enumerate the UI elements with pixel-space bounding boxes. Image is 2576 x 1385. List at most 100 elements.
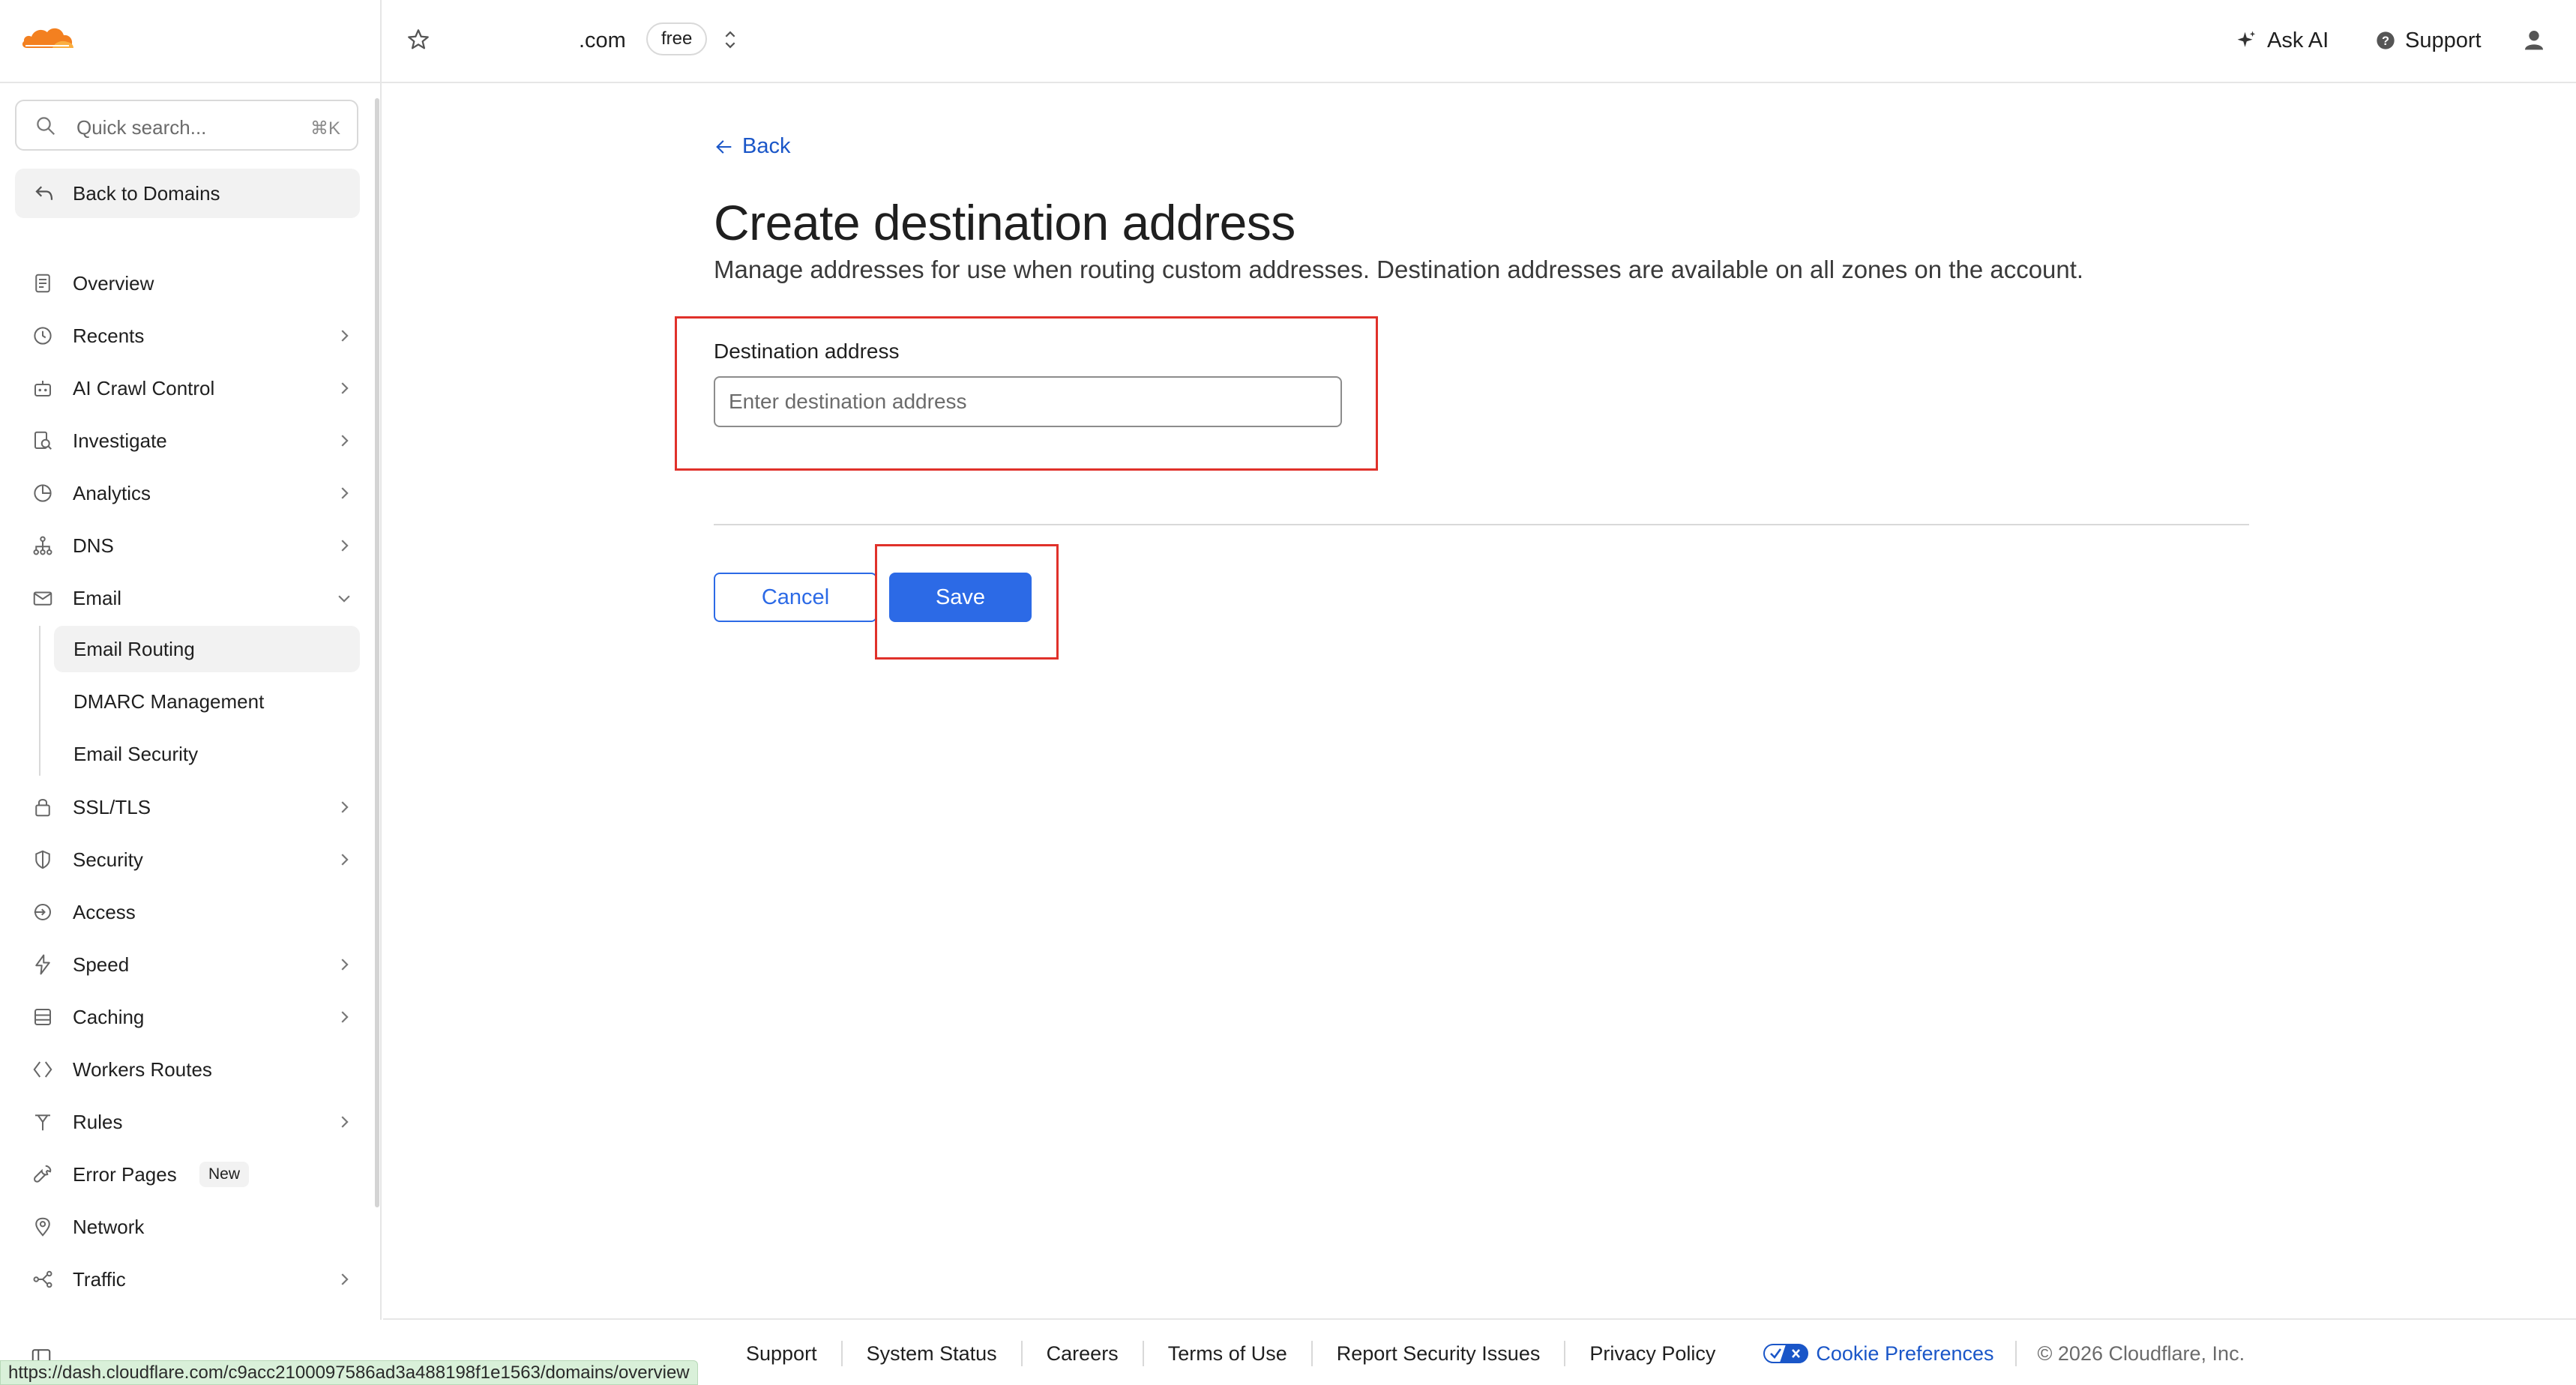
sidebar-item-label: Network (73, 1216, 145, 1238)
sidebar-item-ai-crawl-control[interactable]: AI Crawl Control (15, 365, 360, 411)
svg-text:?: ? (2382, 34, 2389, 48)
chevron-right-icon (341, 382, 349, 394)
sidebar-subitem-email-routing[interactable]: Email Routing (54, 626, 360, 672)
sidebar-item-error-pages[interactable]: Error Pages New (15, 1151, 360, 1198)
sidebar-item-network[interactable]: Network (15, 1204, 360, 1250)
chevron-right-icon (341, 1011, 349, 1023)
chevron-right-icon (341, 1116, 349, 1128)
robot-icon (34, 381, 51, 396)
privacy-choices-icon (1763, 1344, 1809, 1363)
support-button[interactable]: ? Support (2375, 24, 2482, 57)
main-content: Back Create destination address Manage a… (383, 85, 2576, 1318)
clock-icon (34, 327, 52, 345)
chevron-up-down-icon[interactable] (721, 27, 739, 52)
footer-link-privacy-policy[interactable]: Privacy Policy (1565, 1341, 1739, 1366)
sidebar-item-label: Recents (73, 325, 145, 347)
footer: Support System Status Careers Terms of U… (383, 1318, 2576, 1385)
quick-search-input[interactable]: Quick search... ⌘K (15, 100, 358, 151)
sidebar-item-security[interactable]: Security (15, 836, 360, 883)
sidebar-item-dns[interactable]: DNS (15, 522, 360, 569)
user-icon[interactable] (2522, 27, 2546, 52)
sidebar-item-label: Security (73, 848, 143, 871)
page-title: Create destination address (714, 195, 1295, 250)
cloudflare-logo-icon[interactable] (19, 22, 75, 52)
search-placeholder: Quick search... (76, 116, 207, 139)
copyright: © 2026 Cloudflare, Inc. (2037, 1342, 2245, 1365)
back-link-label: Back (742, 134, 791, 158)
sidebar-item-workers-routes[interactable]: Workers Routes (15, 1046, 360, 1093)
domain-suffix[interactable]: .com (579, 25, 626, 55)
sidebar-item-label: SSL/TLS (73, 796, 151, 818)
chevron-right-icon (341, 487, 349, 499)
sparkle-icon (2237, 31, 2256, 47)
sidebar-item-label: Investigate (73, 429, 167, 452)
chevron-right-icon (341, 1273, 349, 1285)
arrow-left-icon (716, 139, 732, 154)
back-to-domains-button[interactable]: Back to Domains (15, 169, 360, 218)
sidebar-item-traffic[interactable]: Traffic (15, 1256, 360, 1303)
cookie-preferences-link[interactable]: Cookie Preferences (1739, 1341, 2017, 1366)
help-circle-icon: ? (2377, 31, 2395, 49)
sidebar-item-access[interactable]: Access (15, 889, 360, 935)
database-icon (34, 1009, 51, 1025)
sidebar-item-recents[interactable]: Recents (15, 313, 360, 359)
sidebar-scrollbar[interactable] (375, 98, 379, 1207)
chevron-right-icon (341, 435, 349, 447)
sidebar-item-rules[interactable]: Rules (15, 1099, 360, 1145)
footer-link-support[interactable]: Support (746, 1341, 843, 1366)
footer-link-report-security-issues[interactable]: Report Security Issues (1313, 1341, 1566, 1366)
destination-address-input[interactable] (714, 376, 1342, 427)
sidebar-subitem-label: DMARC Management (73, 690, 265, 713)
chevron-right-icon (341, 540, 349, 552)
sidebar-item-label: AI Crawl Control (73, 377, 215, 399)
back-link[interactable]: Back (714, 134, 790, 159)
plan-badge: free (646, 22, 708, 55)
chevron-right-icon (341, 801, 349, 813)
logo-area (0, 0, 382, 83)
sidebar-item-label: Caching (73, 1006, 145, 1028)
envelope-icon (33, 591, 52, 606)
ask-ai-label: Ask AI (2267, 28, 2329, 52)
sidebar-item-speed[interactable]: Speed (15, 941, 360, 988)
sidebar-item-label: Rules (73, 1111, 123, 1133)
rules-icon (35, 1114, 50, 1131)
page-description: Manage addresses for use when routing cu… (714, 256, 2084, 283)
chevron-right-icon (341, 330, 349, 342)
sidebar-item-investigate[interactable]: Investigate (15, 417, 360, 464)
footer-link-system-status[interactable]: System Status (843, 1341, 1023, 1366)
sidebar-item-label: DNS (73, 534, 114, 557)
pie-chart-icon (34, 484, 52, 502)
sidebar-item-ssl-tls[interactable]: SSL/TLS (15, 784, 360, 830)
back-arrow-icon (35, 186, 53, 200)
new-badge: New (199, 1162, 250, 1187)
sidebar-subitem-dmarc-management[interactable]: DMARC Management (54, 678, 360, 725)
lock-icon (35, 799, 50, 817)
document-icon (35, 274, 50, 293)
workers-icon (33, 1061, 52, 1078)
sidebar-item-label: Email (73, 587, 122, 609)
sidebar-item-label: Error Pages (73, 1163, 177, 1186)
sidebar-item-label: Access (73, 901, 136, 923)
sidebar-item-overview[interactable]: Overview (15, 260, 360, 307)
footer-link-careers[interactable]: Careers (1023, 1341, 1144, 1366)
sidebar-subitem-label: Email Security (73, 743, 199, 765)
ask-ai-button[interactable]: Ask AI (2236, 24, 2329, 57)
sidebar-item-email[interactable]: Email (15, 575, 360, 621)
sidebar-item-label: Workers Routes (73, 1058, 212, 1081)
sidebar-item-analytics[interactable]: Analytics (15, 470, 360, 516)
footer-link-terms-of-use[interactable]: Terms of Use (1144, 1341, 1313, 1366)
shield-icon (35, 850, 50, 869)
sidebar-item-label: Speed (73, 953, 130, 976)
sidebar-subitem-email-security[interactable]: Email Security (54, 731, 360, 777)
cancel-button[interactable]: Cancel (714, 573, 877, 622)
destination-address-label: Destination address (714, 340, 900, 363)
wrench-icon (34, 1165, 52, 1183)
location-pin-icon (35, 1217, 50, 1237)
chevron-right-icon (341, 854, 349, 866)
save-button[interactable]: Save (889, 573, 1032, 622)
sidebar-item-caching[interactable]: Caching (15, 994, 360, 1040)
chevron-right-icon (341, 959, 349, 971)
star-icon[interactable] (406, 27, 431, 52)
domain-name-redacted[interactable] (444, 25, 580, 55)
account-name-redacted[interactable] (100, 25, 340, 58)
